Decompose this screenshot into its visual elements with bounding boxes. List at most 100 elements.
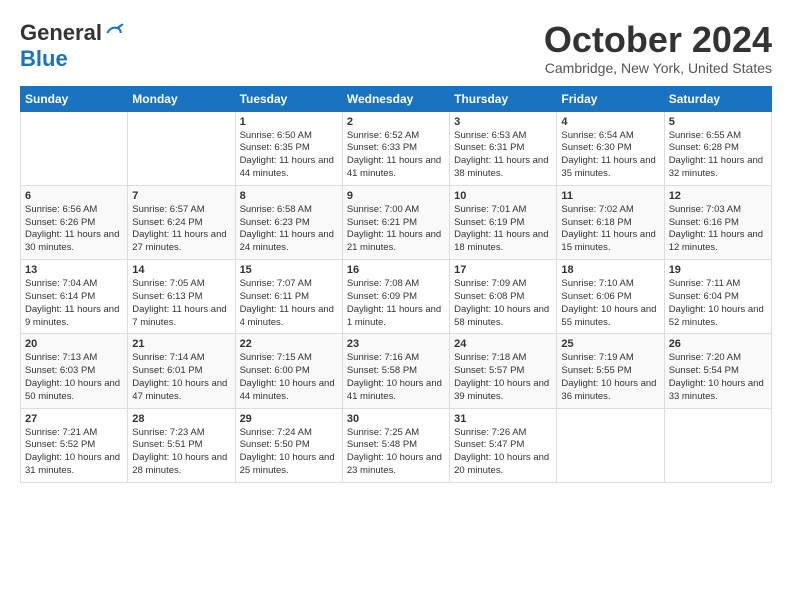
logo-icon	[104, 23, 124, 43]
weekday-header-friday: Friday	[557, 86, 664, 111]
day-info: Sunrise: 7:21 AM Sunset: 5:52 PM Dayligh…	[25, 427, 123, 478]
calendar-week-row: 6 Sunrise: 6:56 AM Sunset: 6:26 PM Daylig…	[21, 185, 772, 259]
day-info: Sunrise: 6:57 AM Sunset: 6:24 PM Dayligh…	[132, 204, 230, 255]
day-number: 27	[25, 413, 123, 425]
day-number: 31	[454, 413, 552, 425]
day-info: Sunrise: 7:08 AM Sunset: 6:09 PM Dayligh…	[347, 278, 445, 329]
day-info: Sunrise: 7:13 AM Sunset: 6:03 PM Dayligh…	[25, 352, 123, 403]
day-info: Sunrise: 6:58 AM Sunset: 6:23 PM Dayligh…	[240, 204, 338, 255]
calendar-cell: 6 Sunrise: 6:56 AM Sunset: 6:26 PM Daylig…	[21, 185, 128, 259]
day-number: 3	[454, 116, 552, 128]
calendar-cell: 3 Sunrise: 6:53 AM Sunset: 6:31 PM Daylig…	[450, 111, 557, 185]
calendar-cell: 25Sunrise: 7:19 AM Sunset: 5:55 PM Dayli…	[557, 334, 664, 408]
day-info: Sunrise: 7:15 AM Sunset: 6:00 PM Dayligh…	[240, 352, 338, 403]
calendar-cell: 24 Sunrise: 7:18 AM Sunset: 5:57 PM Dayli…	[450, 334, 557, 408]
day-number: 17	[454, 264, 552, 276]
day-info: Sunrise: 7:11 AM Sunset: 6:04 PM Dayligh…	[669, 278, 767, 329]
weekday-header-saturday: Saturday	[664, 86, 771, 111]
calendar-table: SundayMondayTuesdayWednesdayThursdayFrid…	[20, 86, 772, 483]
calendar-cell: 23Sunrise: 7:16 AM Sunset: 5:58 PM Dayli…	[342, 334, 449, 408]
calendar-cell: 22 Sunrise: 7:15 AM Sunset: 6:00 PM Dayli…	[235, 334, 342, 408]
day-number: 19	[669, 264, 767, 276]
calendar-cell: 26Sunrise: 7:20 AM Sunset: 5:54 PM Dayli…	[664, 334, 771, 408]
calendar-cell: 5 Sunrise: 6:55 AM Sunset: 6:28 PM Daylig…	[664, 111, 771, 185]
calendar-cell: 29 Sunrise: 7:24 AM Sunset: 5:50 PM Dayli…	[235, 408, 342, 482]
day-number: 30	[347, 413, 445, 425]
calendar-cell: 30 Sunrise: 7:25 AM Sunset: 5:48 PM Dayli…	[342, 408, 449, 482]
calendar-cell: 21 Sunrise: 7:14 AM Sunset: 6:01 PM Dayli…	[128, 334, 235, 408]
calendar-cell	[557, 408, 664, 482]
day-number: 22	[240, 338, 338, 350]
day-info: Sunrise: 7:00 AM Sunset: 6:21 PM Dayligh…	[347, 204, 445, 255]
day-info: Sunrise: 7:02 AM Sunset: 6:18 PM Dayligh…	[561, 204, 659, 255]
calendar-cell	[664, 408, 771, 482]
calendar-cell: 7 Sunrise: 6:57 AM Sunset: 6:24 PM Daylig…	[128, 185, 235, 259]
day-info: Sunrise: 7:25 AM Sunset: 5:48 PM Dayligh…	[347, 427, 445, 478]
day-number: 16	[347, 264, 445, 276]
day-info: Sunrise: 7:20 AM Sunset: 5:54 PM Dayligh…	[669, 352, 767, 403]
day-info: Sunrise: 6:56 AM Sunset: 6:26 PM Dayligh…	[25, 204, 123, 255]
day-number: 7	[132, 190, 230, 202]
day-number: 28	[132, 413, 230, 425]
calendar-cell: 28Sunrise: 7:23 AM Sunset: 5:51 PM Dayli…	[128, 408, 235, 482]
day-number: 12	[669, 190, 767, 202]
calendar-cell: 31 Sunrise: 7:26 AM Sunset: 5:47 PM Dayli…	[450, 408, 557, 482]
weekday-header-tuesday: Tuesday	[235, 86, 342, 111]
calendar-cell	[128, 111, 235, 185]
calendar-week-row: 13Sunrise: 7:04 AM Sunset: 6:14 PM Dayli…	[21, 260, 772, 334]
calendar-cell	[21, 111, 128, 185]
calendar-cell: 1Sunrise: 6:50 AM Sunset: 6:35 PM Daylig…	[235, 111, 342, 185]
day-number: 23	[347, 338, 445, 350]
day-info: Sunrise: 7:05 AM Sunset: 6:13 PM Dayligh…	[132, 278, 230, 329]
weekday-header-sunday: Sunday	[21, 86, 128, 111]
day-number: 13	[25, 264, 123, 276]
weekday-header-monday: Monday	[128, 86, 235, 111]
day-number: 2	[347, 116, 445, 128]
calendar-cell: 15Sunrise: 7:07 AM Sunset: 6:11 PM Dayli…	[235, 260, 342, 334]
page-header: General Blue October 2024 Cambridge, New…	[20, 20, 772, 76]
day-number: 29	[240, 413, 338, 425]
title-block: October 2024 Cambridge, New York, United…	[544, 20, 772, 76]
day-info: Sunrise: 7:26 AM Sunset: 5:47 PM Dayligh…	[454, 427, 552, 478]
day-info: Sunrise: 7:14 AM Sunset: 6:01 PM Dayligh…	[132, 352, 230, 403]
day-info: Sunrise: 7:24 AM Sunset: 5:50 PM Dayligh…	[240, 427, 338, 478]
day-number: 21	[132, 338, 230, 350]
calendar-week-row: 27 Sunrise: 7:21 AM Sunset: 5:52 PM Dayli…	[21, 408, 772, 482]
day-info: Sunrise: 7:19 AM Sunset: 5:55 PM Dayligh…	[561, 352, 659, 403]
logo: General Blue	[20, 20, 124, 72]
day-info: Sunrise: 7:10 AM Sunset: 6:06 PM Dayligh…	[561, 278, 659, 329]
calendar-cell: 13Sunrise: 7:04 AM Sunset: 6:14 PM Dayli…	[21, 260, 128, 334]
day-info: Sunrise: 6:52 AM Sunset: 6:33 PM Dayligh…	[347, 130, 445, 181]
day-number: 5	[669, 116, 767, 128]
day-number: 6	[25, 190, 123, 202]
subtitle: Cambridge, New York, United States	[544, 60, 772, 76]
calendar-cell: 12 Sunrise: 7:03 AM Sunset: 6:16 PM Dayli…	[664, 185, 771, 259]
weekday-header-wednesday: Wednesday	[342, 86, 449, 111]
day-info: Sunrise: 6:53 AM Sunset: 6:31 PM Dayligh…	[454, 130, 552, 181]
day-number: 4	[561, 116, 659, 128]
day-info: Sunrise: 6:55 AM Sunset: 6:28 PM Dayligh…	[669, 130, 767, 181]
day-info: Sunrise: 7:18 AM Sunset: 5:57 PM Dayligh…	[454, 352, 552, 403]
day-info: Sunrise: 7:09 AM Sunset: 6:08 PM Dayligh…	[454, 278, 552, 329]
day-number: 18	[561, 264, 659, 276]
calendar-cell: 17 Sunrise: 7:09 AM Sunset: 6:08 PM Dayli…	[450, 260, 557, 334]
day-number: 24	[454, 338, 552, 350]
weekday-header-thursday: Thursday	[450, 86, 557, 111]
main-title: October 2024	[544, 20, 772, 60]
calendar-week-row: 1Sunrise: 6:50 AM Sunset: 6:35 PM Daylig…	[21, 111, 772, 185]
day-info: Sunrise: 6:50 AM Sunset: 6:35 PM Dayligh…	[240, 130, 338, 181]
calendar-cell: 18 Sunrise: 7:10 AM Sunset: 6:06 PM Dayli…	[557, 260, 664, 334]
weekday-header-row: SundayMondayTuesdayWednesdayThursdayFrid…	[21, 86, 772, 111]
calendar-cell: 8Sunrise: 6:58 AM Sunset: 6:23 PM Daylig…	[235, 185, 342, 259]
day-info: Sunrise: 7:03 AM Sunset: 6:16 PM Dayligh…	[669, 204, 767, 255]
day-info: Sunrise: 7:01 AM Sunset: 6:19 PM Dayligh…	[454, 204, 552, 255]
day-info: Sunrise: 6:54 AM Sunset: 6:30 PM Dayligh…	[561, 130, 659, 181]
calendar-cell: 11Sunrise: 7:02 AM Sunset: 6:18 PM Dayli…	[557, 185, 664, 259]
day-info: Sunrise: 7:07 AM Sunset: 6:11 PM Dayligh…	[240, 278, 338, 329]
calendar-cell: 20Sunrise: 7:13 AM Sunset: 6:03 PM Dayli…	[21, 334, 128, 408]
calendar-cell: 14Sunrise: 7:05 AM Sunset: 6:13 PM Dayli…	[128, 260, 235, 334]
calendar-cell: 19 Sunrise: 7:11 AM Sunset: 6:04 PM Dayli…	[664, 260, 771, 334]
day-number: 9	[347, 190, 445, 202]
calendar-cell: 2 Sunrise: 6:52 AM Sunset: 6:33 PM Daylig…	[342, 111, 449, 185]
logo-general-text: General	[20, 20, 102, 46]
